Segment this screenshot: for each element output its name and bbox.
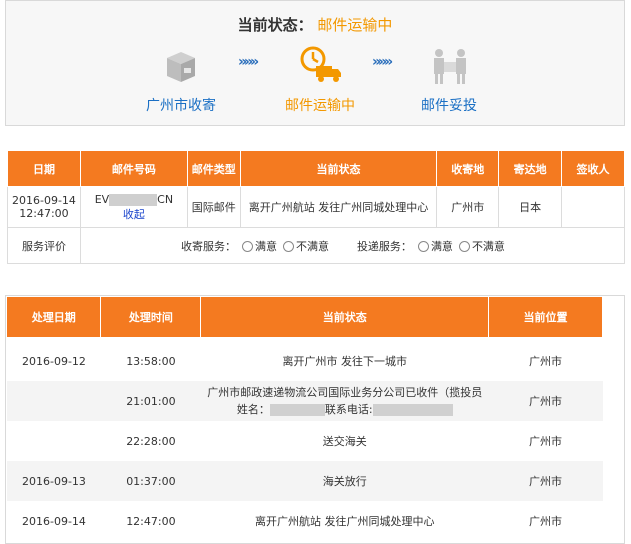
track-time: 13:58:00	[100, 341, 201, 381]
header-number: 邮件号码	[79, 150, 188, 187]
track-location: 广州市	[488, 421, 603, 461]
mail-summary-table: 日期 邮件号码 邮件类型 当前状态 收寄地 寄达地 签收人 2016-09-14…	[7, 150, 626, 264]
truck-clock-icon	[265, 41, 375, 91]
table-row: 2016-09-14 12:47:00 离开广州航站 发往广州同城处理中心 广州…	[7, 501, 603, 541]
track-status-b: 联系电话:	[324, 403, 373, 416]
header-track-status: 当前状态	[200, 297, 490, 337]
header-type: 邮件类型	[186, 150, 241, 187]
status-value: 邮件运输中	[317, 16, 393, 34]
header-signer: 签收人	[561, 150, 625, 187]
step-in-transit: 邮件运输中	[265, 41, 375, 115]
track-status: 广州市邮政速递物流公司国际业务分公司已收件（揽投员姓名： 联系电话:	[200, 381, 489, 421]
track-time: 21:01:00	[100, 381, 201, 421]
track-date: 2016-09-12	[7, 341, 101, 381]
collect-unsatisfied-radio[interactable]	[282, 241, 294, 252]
collect-satisfied-radio[interactable]	[241, 241, 253, 252]
tracking-table-header: 处理日期 处理时间 当前状态 当前位置	[7, 297, 603, 337]
track-date	[7, 421, 101, 461]
mail-type: 国际邮件	[186, 186, 241, 228]
redacted-block	[109, 193, 158, 206]
arrow-icon: »»»	[238, 54, 259, 70]
step-delivered-label: 邮件妥投	[421, 98, 477, 114]
redacted-block	[269, 404, 325, 416]
table-row: 2016-09-12 13:58:00 离开广州市 发往下一城市 广州市	[7, 341, 603, 381]
rating-options: 收寄服务： 满意 不满意 投递服务： 满意 不满意	[79, 227, 626, 264]
redacted-block	[372, 404, 453, 416]
status-panel: 当前状态： 邮件运输中 广州市收寄 »»» 邮件运输中 »»» 邮件妥投	[5, 0, 625, 126]
track-status: 送交海关	[200, 421, 489, 461]
step-in-transit-label: 邮件运输中	[285, 98, 355, 114]
mail-table-header: 日期 邮件号码 邮件类型 当前状态 收寄地 寄达地 签收人	[7, 150, 625, 187]
step-collected-label: 广州市收寄	[146, 98, 216, 114]
status-title: 当前状态： 邮件运输中	[6, 14, 624, 35]
mail-number-suffix: CN	[157, 192, 174, 206]
track-date: 2016-09-14	[7, 501, 101, 541]
box-icon	[126, 41, 236, 91]
delivery-person-icon	[394, 41, 504, 91]
track-location: 广州市	[488, 341, 603, 381]
deliver-service-label: 投递服务：	[356, 239, 412, 253]
header-location: 当前位置	[488, 297, 603, 337]
header-date: 日期	[7, 150, 81, 187]
step-collected: 广州市收寄	[126, 41, 236, 115]
deliver-satisfied-label: 满意	[430, 239, 453, 253]
track-date: 2016-09-13	[7, 461, 101, 501]
track-date	[7, 381, 101, 421]
track-location: 广州市	[488, 381, 603, 421]
step-delivered: 邮件妥投	[394, 41, 504, 115]
rating-label: 服务评价	[7, 227, 81, 264]
mail-signer	[561, 186, 625, 228]
mail-row: 2016-09-14 12:47:00 EV CN 收起 国际邮件 离开广州航站 …	[7, 186, 625, 228]
collect-unsatisfied-label: 不满意	[295, 239, 329, 253]
deliver-unsatisfied-radio[interactable]	[458, 241, 470, 252]
mail-number: EV CN 收起	[79, 186, 188, 228]
arrow-icon: »»»	[372, 54, 393, 70]
mail-date: 2016-09-14 12:47:00	[7, 186, 81, 228]
rating-row: 服务评价 收寄服务： 满意 不满意 投递服务： 满意 不满意	[7, 227, 626, 264]
table-row: 22:28:00 送交海关 广州市	[7, 421, 603, 461]
table-row: 21:01:00 广州市邮政速递物流公司国际业务分公司已收件（揽投员姓名： 联系电…	[7, 381, 603, 421]
track-status: 离开广州市 发往下一城市	[200, 341, 489, 381]
mail-number-prefix: EV	[94, 192, 110, 206]
track-location: 广州市	[488, 501, 603, 541]
collect-service-label: 收寄服务：	[180, 239, 236, 253]
track-status: 离开广州航站 发往广州同城处理中心	[200, 501, 489, 541]
mail-origin: 广州市	[436, 186, 500, 228]
deliver-unsatisfied-label: 不满意	[471, 239, 505, 253]
header-status: 当前状态	[239, 150, 438, 187]
track-time: 01:37:00	[100, 461, 201, 501]
header-process-time: 处理时间	[100, 297, 202, 337]
table-row: 2016-09-13 01:37:00 海关放行 广州市	[7, 461, 603, 501]
track-time: 22:28:00	[100, 421, 201, 461]
header-destination: 寄达地	[498, 150, 563, 187]
header-process-date: 处理日期	[7, 297, 102, 337]
track-time: 12:47:00	[100, 501, 201, 541]
collect-satisfied-label: 满意	[254, 239, 277, 253]
deliver-satisfied-radio[interactable]	[417, 241, 429, 252]
track-status: 海关放行	[200, 461, 489, 501]
header-origin: 收寄地	[436, 150, 500, 187]
status-label: 当前状态：	[237, 16, 313, 34]
track-location: 广州市	[488, 461, 603, 501]
tracking-table: 处理日期 处理时间 当前状态 当前位置 2016-09-12 13:58:00 …	[7, 297, 603, 541]
mail-status: 离开广州航站 发往广州同城处理中心	[239, 186, 438, 228]
collapse-link[interactable]: 收起	[123, 208, 145, 221]
mail-destination: 日本	[498, 186, 563, 228]
